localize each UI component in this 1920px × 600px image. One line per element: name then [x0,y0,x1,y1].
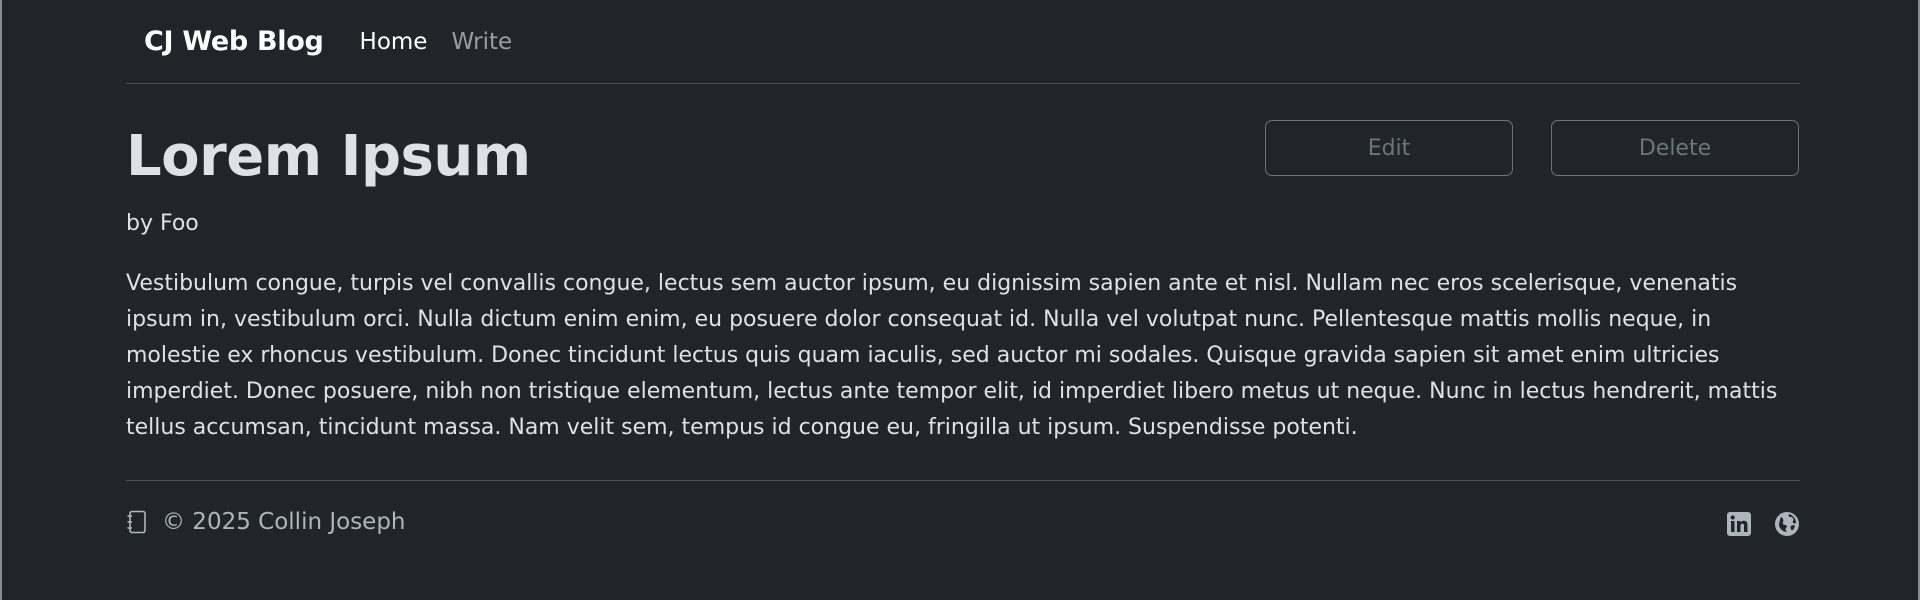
nav-link-write[interactable]: Write [451,29,512,55]
nav-link-home[interactable]: Home [360,29,428,55]
footer-right [1704,511,1800,537]
footer-copyright: © 2025 Collin Joseph [162,509,406,535]
linkedin-icon[interactable] [1726,511,1752,537]
journal-icon [126,510,148,534]
delete-button[interactable]: Delete [1551,120,1799,176]
footer-left: © 2025 Collin Joseph [126,509,406,535]
post-title: Lorem Ipsum [126,124,531,189]
brand-link[interactable]: CJ Web Blog [144,26,324,57]
page-container: CJ Web Blog Home Write Lorem Ipsum by Fo… [126,0,1800,536]
edit-button[interactable]: Edit [1265,120,1513,176]
footer: © 2025 Collin Joseph [126,480,1800,551]
post-header: Lorem Ipsum by Foo Edit Delete [126,84,1800,284]
globe-icon[interactable] [1774,511,1800,537]
post-byline: by Foo [126,211,199,236]
navbar: CJ Web Blog Home Write [126,0,1800,84]
post-body: Vestibulum congue, turpis vel convallis … [126,271,1778,440]
